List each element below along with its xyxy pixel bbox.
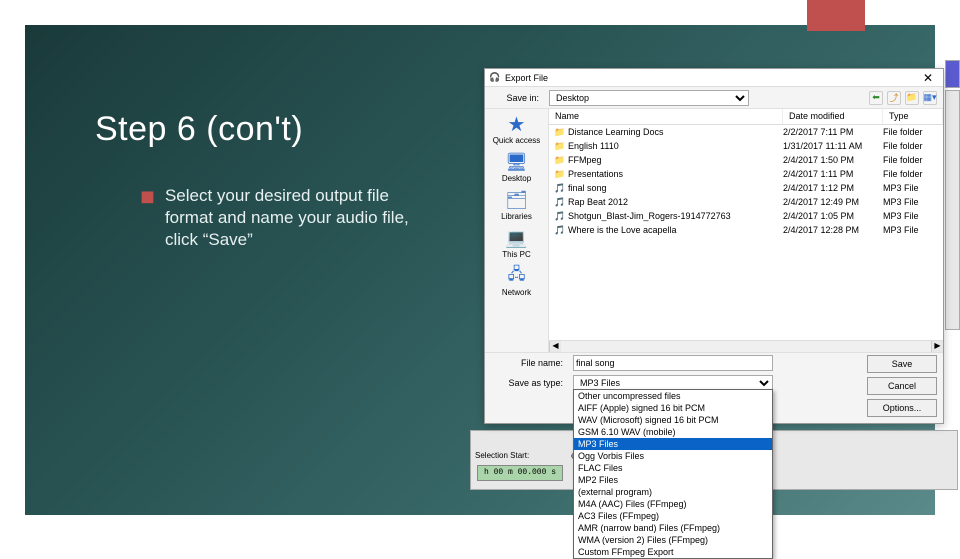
audio-icon: 🎵 xyxy=(555,197,565,207)
scroll-right-icon[interactable]: ▶ xyxy=(931,341,943,352)
column-headers[interactable]: Name Date modified Type xyxy=(549,109,943,125)
places-sidebar: ★ Quick access 🖥 Desktop 🗂 Libraries 💻 T… xyxy=(485,109,549,352)
star-icon: ★ xyxy=(503,113,529,135)
file-row[interactable]: 📁FFMpeg2/4/2017 1:50 PMFile folder xyxy=(549,153,943,167)
audio-icon: 🎵 xyxy=(555,211,565,221)
format-option[interactable]: GSM 6.10 WAV (mobile) xyxy=(574,426,772,438)
format-option[interactable]: AMR (narrow band) Files (FFmpeg) xyxy=(574,522,772,534)
saveas-label: Save as type: xyxy=(491,378,569,388)
file-row[interactable]: 📁Presentations2/4/2017 1:11 PMFile folde… xyxy=(549,167,943,181)
folder-icon: 📁 xyxy=(555,127,565,137)
selection-start-label: Selection Start: xyxy=(475,451,529,460)
place-desktop[interactable]: 🖥 Desktop xyxy=(502,151,531,183)
format-option[interactable]: Custom FFmpeg Export xyxy=(574,546,772,558)
file-row[interactable]: 🎵Rap Beat 20122/4/2017 12:49 PMMP3 File xyxy=(549,195,943,209)
pc-icon: 💻 xyxy=(503,227,529,249)
accent-line xyxy=(807,28,865,31)
format-option[interactable]: MP2 Files xyxy=(574,474,772,486)
format-option[interactable]: AIFF (Apple) signed 16 bit PCM xyxy=(574,402,772,414)
file-row[interactable]: 🎵Shotgun_Blast-Jim_Rogers-19147727632/4/… xyxy=(549,209,943,223)
accent-block xyxy=(807,0,865,28)
dialog-titlebar[interactable]: 🎧 Export File ✕ xyxy=(485,69,943,87)
scroll-left-icon[interactable]: ◀ xyxy=(549,341,561,352)
save-in-row: Save in: Desktop ⬅ ⤴ 📁 ▦▾ xyxy=(485,87,943,109)
file-list: Name Date modified Type 📁Distance Learni… xyxy=(549,109,943,352)
format-option[interactable]: FLAC Files xyxy=(574,462,772,474)
audacity-waveform-fragment xyxy=(945,60,960,88)
app-icon: 🎧 xyxy=(489,72,501,84)
folder-icon: 📁 xyxy=(555,169,565,179)
format-option[interactable]: MP3 Files xyxy=(574,438,772,450)
file-row[interactable]: 🎵Where is the Love acapella2/4/2017 12:2… xyxy=(549,223,943,237)
folder-icon: 📁 xyxy=(555,141,565,151)
place-quick-access[interactable]: ★ Quick access xyxy=(493,113,541,145)
file-row[interactable]: 📁English 11101/31/2017 11:11 AMFile fold… xyxy=(549,139,943,153)
desktop-icon: 🖥 xyxy=(503,151,529,173)
audio-icon: 🎵 xyxy=(555,183,565,193)
save-in-select[interactable]: Desktop xyxy=(549,90,749,106)
slide-title: Step 6 (con't) xyxy=(95,110,303,149)
file-row[interactable]: 📁Distance Learning Docs2/2/2017 7:11 PMF… xyxy=(549,125,943,139)
format-option[interactable]: WMA (version 2) Files (FFmpeg) xyxy=(574,534,772,546)
audacity-panel-fragment xyxy=(945,90,960,330)
format-option[interactable]: Other uncompressed files xyxy=(574,390,772,402)
save-in-label: Save in: xyxy=(491,93,545,103)
network-icon: 🖧 xyxy=(504,265,530,287)
nav-back-icon[interactable]: ⬅ xyxy=(869,91,883,105)
export-file-dialog: 🎧 Export File ✕ Save in: Desktop ⬅ ⤴ 📁 ▦… xyxy=(484,68,944,424)
format-option[interactable]: Ogg Vorbis Files xyxy=(574,450,772,462)
nav-up-icon[interactable]: ⤴ xyxy=(887,91,901,105)
options-button[interactable]: Options... xyxy=(867,399,937,417)
horizontal-scrollbar[interactable]: ◀ ▶ xyxy=(549,340,943,352)
save-button[interactable]: Save xyxy=(867,355,937,373)
cancel-button[interactable]: Cancel xyxy=(867,377,937,395)
col-date[interactable]: Date modified xyxy=(783,109,883,124)
file-row[interactable]: 🎵final song2/4/2017 1:12 PMMP3 File xyxy=(549,181,943,195)
place-libraries[interactable]: 🗂 Libraries xyxy=(501,189,532,221)
nav-newfolder-icon[interactable]: 📁 xyxy=(905,91,919,105)
libraries-icon: 🗂 xyxy=(504,189,530,211)
format-option[interactable]: WAV (Microsoft) signed 16 bit PCM xyxy=(574,414,772,426)
bullet-text: Select your desired output file format a… xyxy=(165,185,440,251)
slide-bullet: ◼ Select your desired output file format… xyxy=(140,185,440,251)
filename-label: File name: xyxy=(491,358,569,368)
dialog-title: Export File xyxy=(505,73,548,83)
place-this-pc[interactable]: 💻 This PC xyxy=(502,227,530,259)
close-icon[interactable]: ✕ xyxy=(917,71,939,85)
folder-icon: 📁 xyxy=(555,155,565,165)
format-option[interactable]: AC3 Files (FFmpeg) xyxy=(574,510,772,522)
format-option[interactable]: (external program) xyxy=(574,486,772,498)
nav-view-icon[interactable]: ▦▾ xyxy=(923,91,937,105)
format-dropdown[interactable]: Other uncompressed filesAIFF (Apple) sig… xyxy=(573,389,773,559)
audio-icon: 🎵 xyxy=(555,225,565,235)
place-network[interactable]: 🖧 Network xyxy=(502,265,531,297)
timecode-start[interactable]: h 00 m 00.000 s xyxy=(477,465,563,481)
format-option[interactable]: M4A (AAC) Files (FFmpeg) xyxy=(574,498,772,510)
col-name[interactable]: Name xyxy=(549,109,783,124)
bullet-icon: ◼ xyxy=(140,185,155,251)
col-type[interactable]: Type xyxy=(883,109,943,124)
filename-input[interactable] xyxy=(573,355,773,371)
